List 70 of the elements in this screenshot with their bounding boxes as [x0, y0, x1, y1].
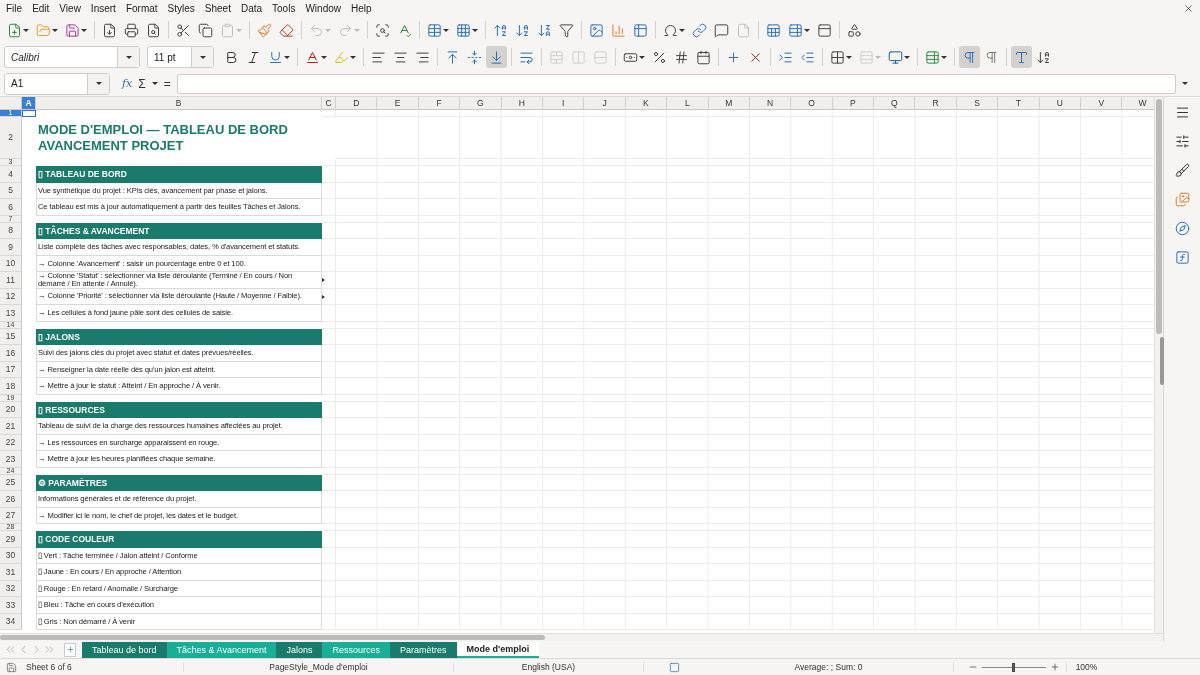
sheet-tab[interactable]: Mode d'emploi: [456, 641, 540, 658]
column-header[interactable]: R: [915, 97, 957, 110]
menu-item[interactable]: Window: [304, 3, 346, 14]
section-header: ▯ TABLEAU DE BORD: [36, 166, 322, 183]
menu-item[interactable]: Tools: [271, 3, 301, 14]
column-header[interactable]: C: [322, 97, 336, 110]
row-header[interactable]: 4: [0, 166, 22, 183]
font-name-field[interactable]: Calibri: [4, 46, 140, 68]
column-header[interactable]: H: [501, 97, 543, 110]
section-header: ▯ CODE COULEUR: [36, 531, 322, 548]
menu-item[interactable]: Data: [239, 3, 268, 14]
column-header[interactable]: L: [667, 97, 709, 110]
function-wizard-button[interactable]: fx: [122, 77, 133, 90]
column-header[interactable]: F: [418, 97, 461, 110]
column-header[interactable]: T: [998, 97, 1040, 110]
menu-item[interactable]: Help: [350, 3, 377, 14]
column-header[interactable]: A: [22, 97, 36, 110]
column-header[interactable]: N: [749, 97, 792, 110]
row-header[interactable]: 21: [0, 418, 22, 435]
column-header[interactable]: D: [336, 97, 378, 110]
column-header[interactable]: J: [584, 97, 626, 110]
column-header[interactable]: M: [708, 97, 750, 110]
name-box[interactable]: A1: [4, 72, 110, 95]
column-header[interactable]: G: [460, 97, 502, 110]
menu-item[interactable]: Insert: [89, 3, 121, 14]
row-header[interactable]: 31: [0, 564, 22, 581]
column-header[interactable]: Q: [874, 97, 916, 110]
row-header[interactable]: 23: [0, 451, 22, 468]
section-header: ▯ RESSOURCES: [36, 401, 322, 418]
row-header[interactable]: 13: [0, 305, 22, 322]
page-style: PageStyle_Mode d'emploi: [184, 662, 454, 672]
column-header[interactable]: I: [542, 97, 585, 110]
section-header: ⚙ PARAMÈTRES: [36, 474, 322, 491]
sheet-tab[interactable]: Tableau de bord: [82, 641, 167, 658]
row-header[interactable]: 18: [0, 378, 22, 395]
column-header[interactable]: U: [1039, 97, 1082, 110]
column-header[interactable]: W: [1122, 97, 1154, 110]
font-size-field[interactable]: 11 pt: [147, 46, 214, 68]
sheet-tab[interactable]: Paramètres: [390, 641, 457, 658]
section-header: ▯ TÂCHES & AVANCEMENT: [36, 222, 322, 239]
column-header[interactable]: B: [36, 97, 322, 110]
row-header[interactable]: 6: [0, 199, 22, 216]
sum-button[interactable]: Σ: [138, 76, 146, 91]
section-header: ▯ JALONS: [36, 328, 322, 345]
menu-item[interactable]: Sheet: [203, 3, 236, 14]
column-header[interactable]: E: [377, 97, 419, 110]
row-header[interactable]: 26: [0, 491, 22, 508]
row-header[interactable]: 29: [0, 531, 22, 548]
language: English (USA): [454, 662, 644, 672]
row-header[interactable]: 33: [0, 597, 22, 614]
menu-item[interactable]: Styles: [166, 3, 200, 14]
column-header[interactable]: V: [1081, 97, 1123, 110]
menu-item[interactable]: File: [5, 3, 28, 14]
sheet-tab[interactable]: Jalons: [276, 641, 323, 658]
menu-item[interactable]: Format: [124, 3, 163, 14]
row-header[interactable]: 11: [0, 272, 22, 289]
zoom-level: 100%: [1066, 662, 1106, 672]
column-header[interactable]: O: [791, 97, 833, 110]
menu-item[interactable]: Edit: [31, 3, 55, 14]
row-header[interactable]: 2: [0, 117, 22, 159]
column-header[interactable]: K: [625, 97, 668, 110]
column-header[interactable]: S: [956, 97, 999, 110]
column-header[interactable]: P: [832, 97, 875, 110]
row-header[interactable]: 9: [0, 239, 22, 256]
selection-summary: Average: ; Sum: 0: [704, 662, 954, 672]
row-header[interactable]: 16: [0, 345, 22, 362]
sheet-position: Sheet 6 of 6: [22, 662, 184, 672]
sheet-title: MODE D'EMPLOI — TABLEAU DE BORD AVANCEMENT PROJET: [37, 121, 289, 155]
formula-button[interactable]: =: [163, 76, 171, 91]
menu-item[interactable]: View: [58, 3, 86, 14]
